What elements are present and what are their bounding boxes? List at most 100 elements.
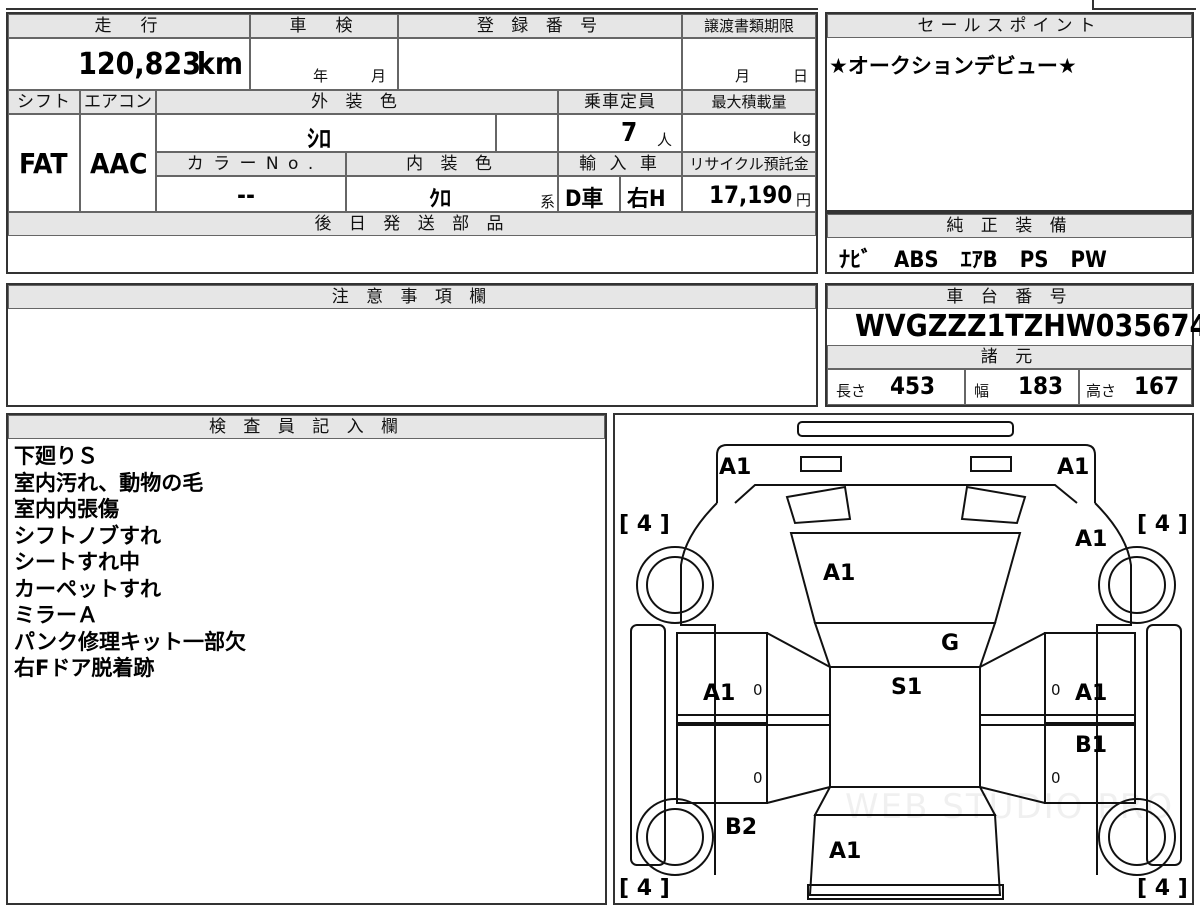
height-label: 高さ	[1086, 382, 1117, 400]
inspector-note: 右Fドア脱着跡	[14, 656, 155, 680]
transfer-deadline-cell: 月 日	[682, 38, 816, 90]
inspector-note: 室内汚れ、動物の毛	[14, 470, 204, 495]
inspection-year: 年	[313, 67, 329, 85]
registration-cell	[398, 38, 682, 90]
inspector-note: 下廻りＳ	[14, 444, 98, 468]
height-value: 167	[1134, 372, 1180, 400]
inspector-note: ミラーＡ	[14, 603, 98, 627]
max-load-cell: kg	[682, 114, 816, 152]
interior-color-cell: ｸﾛ 系	[346, 176, 558, 212]
color-no-value: --	[237, 181, 255, 209]
import-type-value: D車	[565, 187, 604, 212]
damage-left-rear-quarter: B2	[725, 815, 758, 840]
genuine-equipment-header: 純 正 装 備	[827, 214, 1192, 238]
chassis-block: 車 台 番 号 WVGZZZ1TZHW035674 諸 元 長さ 453 幅 1…	[825, 283, 1200, 407]
damage-left-front-door: A1	[703, 681, 736, 706]
aircon-value: AAC	[90, 147, 148, 180]
sales-point-block: セールスポイント ★オークションデビュー★	[825, 12, 1194, 212]
inspector-note: 室内内張傷	[14, 497, 119, 521]
tire-rear-left-value: 4	[636, 876, 653, 901]
inspector-note: パンク修理キット一部欠	[14, 629, 247, 654]
notes-block: 注 意 事 項 欄	[6, 283, 818, 407]
mileage-value: 120,823	[78, 47, 201, 82]
later-parts-header: 後 日 発 送 部 品	[8, 212, 816, 236]
transfer-month: 月	[735, 67, 751, 85]
inspector-note: シートすれ中	[14, 550, 140, 574]
exterior-color-cell: ｼﾛ	[156, 114, 496, 153]
door-mark: 0	[753, 769, 763, 787]
tire-rear-right: [ 4 ]	[1137, 876, 1188, 901]
tire-rear-left: [ 4 ]	[619, 876, 670, 901]
tire-front-right-value: 4	[1154, 512, 1171, 537]
capacity-value: 7	[621, 118, 638, 148]
vehicle-info-block: 走 行 車 検 登 録 番 号 譲渡書類期限 120,823 km 年 月 月 …	[6, 12, 818, 274]
door-mark: 0	[753, 681, 763, 699]
height-cell: 高さ 167	[1079, 369, 1192, 405]
shift-cell: FAT	[8, 114, 80, 212]
car-outline-diagram	[630, 421, 1182, 900]
width-cell: 幅 183	[965, 369, 1079, 405]
damage-hood: A1	[823, 561, 856, 586]
import-header: 輸 入 車	[558, 152, 682, 176]
recycle-fee-value: 17,190	[709, 181, 793, 209]
length-label: 長さ	[836, 382, 867, 400]
exterior-color-header: 外 装 色	[156, 90, 558, 114]
damage-right-fender: A1	[1075, 527, 1108, 552]
shift-value: FAT	[19, 147, 68, 180]
door-mark: 0	[1051, 681, 1061, 699]
chassis-number: WVGZZZ1TZHW035674	[855, 309, 1200, 344]
inspection-header: 車 検	[250, 14, 398, 38]
door-mark: 0	[1051, 769, 1061, 787]
length-cell: 長さ 453	[827, 369, 965, 405]
inspector-block: 検 査 員 記 入 欄 下廻りＳ 室内汚れ、動物の毛 室内内張傷 シフトノブすれ…	[6, 413, 607, 905]
capacity-cell: 7 人	[558, 114, 682, 152]
inspector-header: 検 査 員 記 入 欄	[8, 415, 605, 439]
color-no-header: カ ラ ー N o .	[156, 152, 346, 176]
max-load-unit: kg	[792, 129, 811, 147]
handle-cell: 右H	[620, 176, 682, 212]
damage-right-rear-door: B1	[1075, 733, 1108, 758]
specs-header: 諸 元	[827, 345, 1192, 369]
exterior-color-extra	[496, 114, 558, 152]
damage-front-left: A1	[719, 455, 752, 480]
tire-rear-right-value: 4	[1154, 876, 1171, 901]
transfer-day: 日	[793, 67, 809, 85]
inspector-note: カーペットすれ	[14, 576, 161, 601]
sales-point-header: セールスポイント	[827, 14, 1192, 38]
width-value: 183	[1018, 372, 1064, 400]
color-no-cell: --	[156, 176, 346, 212]
inspection-month: 月	[371, 67, 387, 85]
tire-front-left-value: 4	[636, 512, 653, 537]
top-strip	[6, 0, 818, 10]
chassis-header: 車 台 番 号	[827, 285, 1192, 309]
import-type-cell: D車	[558, 176, 620, 212]
notes-header: 注 意 事 項 欄	[8, 285, 816, 309]
damage-roof: S1	[891, 675, 923, 700]
inspector-notes-list: 下廻りＳ 室内汚れ、動物の毛 室内内張傷 シフトノブすれ シートすれ中 カーペッ…	[14, 443, 246, 682]
interior-color-header: 内 装 色	[346, 152, 558, 176]
inspection-cell: 年 月	[250, 38, 398, 90]
exterior-color-value: ｼﾛ	[307, 125, 331, 153]
genuine-equipment-text: ﾅﾋﾞ ABS ｴｱB PS PW	[839, 248, 1107, 273]
recycle-fee-unit: 円	[795, 191, 811, 209]
interior-color-value: ｸﾛ	[429, 187, 452, 212]
capacity-header: 乗車定員	[558, 90, 682, 114]
inspector-note: シフトノブすれ	[14, 523, 161, 548]
sales-point-text: ★オークションデビュー★	[829, 54, 1077, 78]
width-label: 幅	[974, 382, 990, 400]
handle-value: 右H	[627, 187, 666, 212]
shift-header: シフト	[8, 90, 80, 114]
car-diagram-block: A1 A1 A1 A1 G S1 A1 A1 B1 B2 A1 0 0 0 0 …	[613, 413, 1194, 905]
later-parts-cell	[8, 236, 816, 272]
damage-rear: A1	[829, 839, 862, 864]
tire-front-left: [ 4 ]	[619, 512, 670, 537]
genuine-equipment-block: 純 正 装 備 ﾅﾋﾞ ABS ｴｱB PS PW	[825, 212, 1194, 274]
mileage-cell: 120,823 km	[8, 38, 250, 90]
length-value: 453	[890, 372, 936, 400]
capacity-unit: 人	[657, 131, 673, 149]
top-strip-right	[1092, 0, 1196, 10]
aircon-cell: AAC	[80, 114, 156, 212]
watermark: WEB STUDIO PRO	[845, 787, 1175, 827]
mileage-unit: km	[196, 47, 243, 82]
tire-front-right: [ 4 ]	[1137, 512, 1188, 537]
